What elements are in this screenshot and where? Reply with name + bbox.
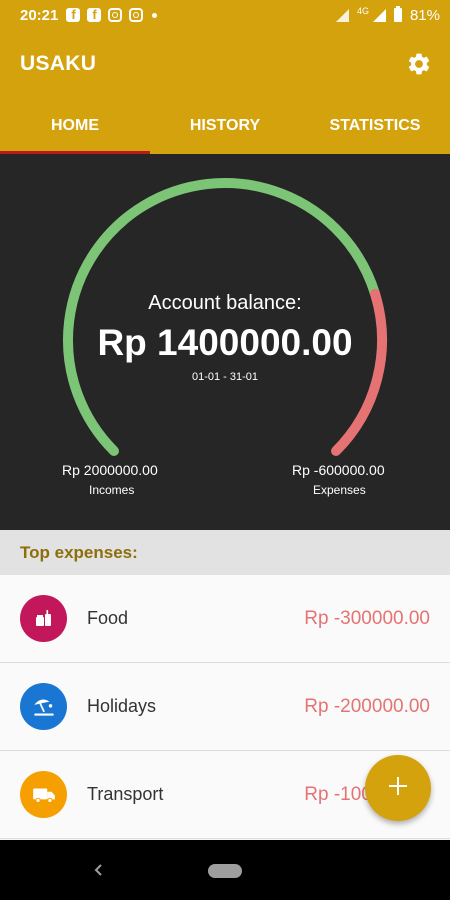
cell-signal-icon [372,8,386,22]
expenses-label: Expenses [313,483,366,497]
battery-level: 81% [409,6,440,24]
battery-icon [393,6,402,22]
food-icon [20,595,67,642]
incomes-value: Rp 2000000.00 [62,462,158,478]
expense-label: Food [87,608,129,628]
facebook-icon [66,7,81,22]
gear-icon[interactable] [406,51,432,77]
facebook-icon [87,7,102,22]
expense-amount: Rp -200000.00 [304,695,430,717]
tab-statistics[interactable]: STATISTICS [300,98,450,154]
system-nav-bar [0,840,450,900]
tab-home[interactable]: HOME [0,98,150,154]
truck-icon [20,771,67,818]
balance-date-range: 01-01 - 31-01 [191,371,259,383]
app-bar: USAKU [0,30,450,98]
incomes-label: Incomes [89,483,135,497]
dot-icon [152,12,158,18]
expense-label: Transport [87,784,164,804]
app-title: USAKU [20,52,97,75]
expense-row-holidays[interactable]: Holidays Rp -200000.00 [0,663,450,751]
status-time: 20:21 [20,6,59,24]
balance-panel: Account balance: Rp 1400000.00 01-01 - 3… [0,154,450,530]
balance-caption: Account balance: [148,292,302,314]
network-type: 4G [356,5,369,16]
wifi-signal-icon [335,8,349,22]
instagram-icon [108,8,123,22]
gauge-income-arc [63,178,381,457]
plus-icon [387,775,409,802]
notification-icons [66,7,158,22]
expenses-value: Rp -600000.00 [292,462,385,478]
beach-umbrella-icon [20,683,67,730]
back-icon[interactable] [90,860,108,880]
tab-bar: HOME HISTORY STATISTICS [0,98,450,154]
tab-history[interactable]: HISTORY [150,98,300,154]
expense-label: Holidays [87,696,157,716]
balance-value: Rp 1400000.00 [97,322,353,363]
status-right: 4G 81% [335,5,440,24]
home-pill-icon[interactable] [208,864,242,878]
top-expenses-header: Top expenses: [0,530,450,575]
expense-amount: Rp -300000.00 [304,607,430,629]
expense-row-food[interactable]: Food Rp -300000.00 [0,575,450,663]
status-bar: 20:21 4G 81% [0,0,450,30]
instagram-icon [129,8,144,22]
add-transaction-button[interactable] [365,755,431,821]
